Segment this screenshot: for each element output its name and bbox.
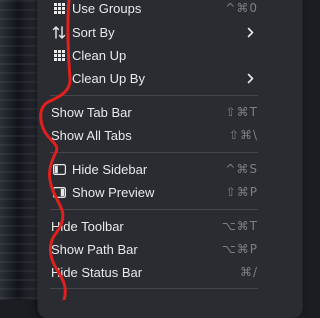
menu-item-label: Hide Status Bar	[51, 264, 143, 280]
keyboard-shortcut: ⇧⌘\	[228, 128, 258, 142]
sidebar-icon	[52, 162, 66, 176]
menu-item-show-preview[interactable]: Show Preview ⇧⌘P	[38, 181, 302, 203]
menu-item-label: Clean Up	[72, 47, 127, 63]
keyboard-shortcut: ⌘/	[239, 265, 258, 279]
menu-item-show-path-bar[interactable]: Show Path Bar ⌥⌘P	[38, 238, 302, 260]
grid-icon	[52, 48, 66, 62]
chevron-right-icon	[244, 72, 256, 84]
grid-icon	[52, 1, 66, 15]
keyboard-shortcut: ^⌘0	[225, 1, 258, 15]
preview-panel-icon	[52, 185, 66, 199]
menu-separator	[50, 288, 258, 289]
menu-item-hide-toolbar[interactable]: Hide Toolbar ⌥⌘T	[38, 215, 302, 237]
chevron-right-icon	[244, 26, 256, 38]
menu-item-sort-by[interactable]: Sort By	[38, 21, 302, 43]
menu-item-label: Show Tab Bar	[51, 104, 132, 120]
view-menu: Use Groups ^⌘0 Sort By Clean Up Clean Up…	[38, 0, 302, 318]
menu-item-use-groups[interactable]: Use Groups ^⌘0	[38, 0, 302, 19]
keyboard-shortcut: ^⌘S	[225, 162, 258, 176]
menu-item-label: Use Groups	[72, 0, 142, 16]
keyboard-shortcut: ⇧⌘T	[225, 105, 258, 119]
menu-item-hide-sidebar[interactable]: Hide Sidebar ^⌘S	[38, 158, 302, 180]
menu-item-clean-up-by[interactable]: Clean Up By	[38, 67, 302, 89]
menu-item-label: Clean Up By	[72, 70, 145, 86]
menu-separator	[50, 95, 258, 96]
keyboard-shortcut: ⌥⌘P	[221, 242, 258, 256]
menu-item-hide-status-bar[interactable]: Hide Status Bar ⌘/	[38, 261, 302, 283]
menu-item-clean-up[interactable]: Clean Up	[38, 44, 302, 66]
menu-item-label: Show Path Bar	[51, 241, 138, 257]
menu-item-show-all-tabs[interactable]: Show All Tabs ⇧⌘\	[38, 124, 302, 146]
menu-item-label: Hide Toolbar	[51, 218, 124, 234]
menu-item-label: Hide Sidebar	[72, 161, 148, 177]
menu-separator	[50, 209, 258, 210]
keyboard-shortcut: ⌥⌘T	[221, 219, 258, 233]
menu-separator	[50, 152, 258, 153]
sort-arrows-icon	[52, 25, 66, 39]
menu-item-show-tab-bar[interactable]: Show Tab Bar ⇧⌘T	[38, 101, 302, 123]
menu-item-label: Sort By	[72, 24, 115, 40]
menu-item-label: Show Preview	[72, 184, 155, 200]
menu-item-label: Show All Tabs	[51, 127, 132, 143]
keyboard-shortcut: ⇧⌘P	[225, 185, 258, 199]
